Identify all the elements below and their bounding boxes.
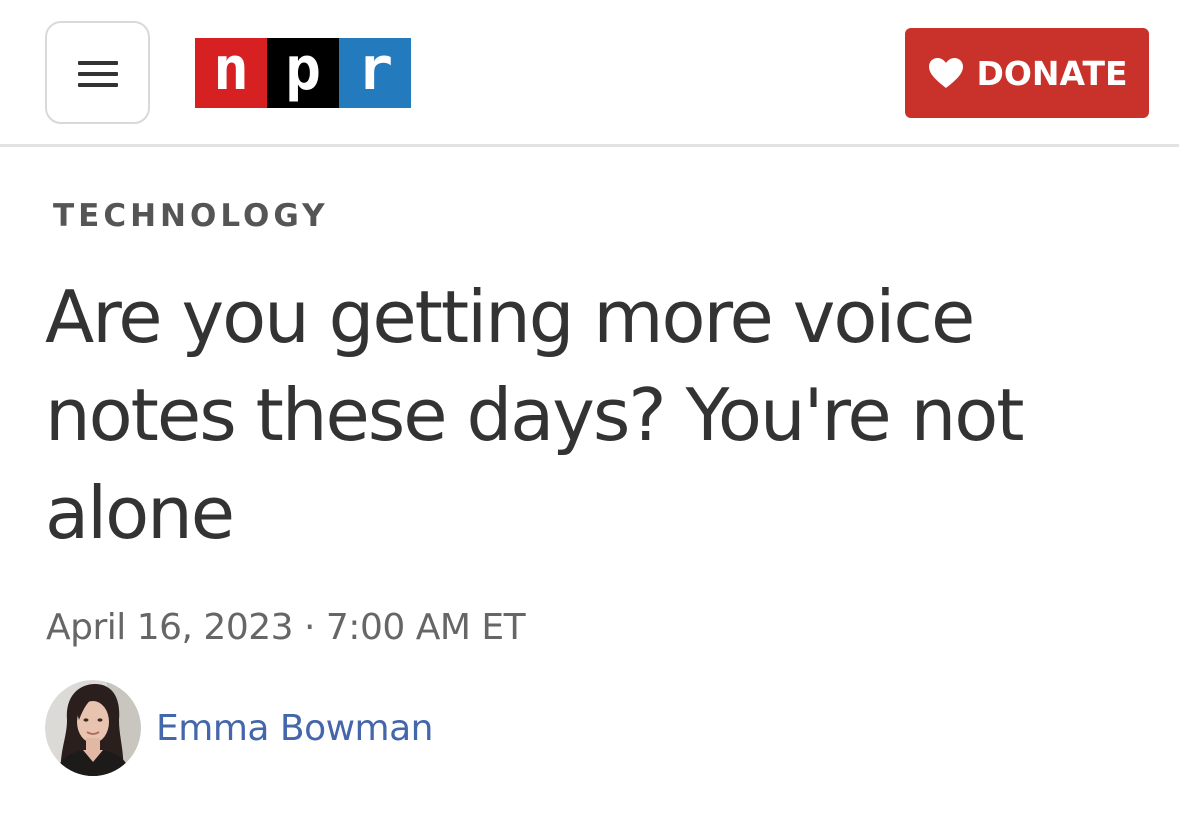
publish-date: April 16, 2023 <box>46 607 294 648</box>
publish-time: 7:00 AM ET <box>325 607 526 648</box>
heart-icon <box>929 58 964 88</box>
logo-letter-r: r <box>339 38 411 108</box>
hamburger-menu-icon <box>78 61 118 88</box>
site-header: n p r DONATE <box>0 0 1179 147</box>
section-label[interactable]: TECHNOLOGY <box>53 196 329 236</box>
npr-logo[interactable]: n p r <box>195 38 411 108</box>
dateline-separator: · <box>304 607 315 648</box>
logo-letter-n: n <box>195 38 267 108</box>
author-name-link[interactable]: Emma Bowman <box>156 708 434 749</box>
logo-letter-p: p <box>267 38 339 108</box>
donate-label: DONATE <box>976 53 1128 93</box>
donate-button[interactable]: DONATE <box>905 28 1149 118</box>
byline: Emma Bowman <box>45 680 434 776</box>
menu-button[interactable] <box>45 21 150 124</box>
dateline: April 16, 2023 · 7:00 AM ET <box>46 604 526 652</box>
headline: Are you getting more voice notes these d… <box>45 275 1025 555</box>
author-avatar[interactable] <box>45 680 141 776</box>
